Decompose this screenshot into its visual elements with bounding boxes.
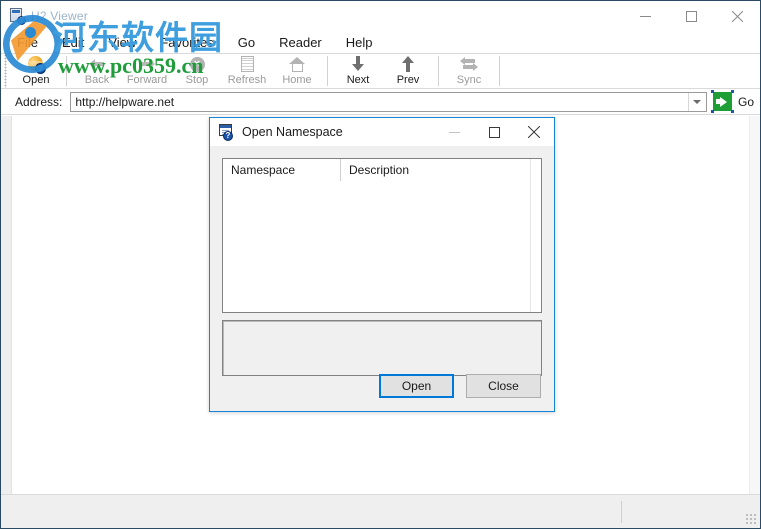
dialog-close-icon[interactable] <box>514 118 554 146</box>
minimize-icon[interactable] <box>622 1 668 31</box>
toolbar-separator <box>66 56 67 86</box>
toolbar-label-sync: Sync <box>456 74 482 86</box>
toolbar-label-next: Next <box>346 74 370 86</box>
menu-item-help[interactable]: Help <box>344 34 375 51</box>
toolbar-label-home: Home <box>282 74 312 86</box>
dialog-titlebar: ? Open Namespace <box>210 118 554 146</box>
maximize-icon[interactable] <box>668 1 714 31</box>
toolbar-label-stop: Stop <box>185 74 209 86</box>
description-textbox[interactable] <box>222 320 542 376</box>
toolbar-button-next[interactable]: Next <box>333 54 383 88</box>
dialog-maximize-icon[interactable] <box>474 118 514 146</box>
dialog-body: Namespace Description Open Close <box>210 146 554 411</box>
toolbar-label-back: Back <box>84 74 110 86</box>
dialog-window-controls <box>434 118 554 146</box>
listview-rows[interactable] <box>223 181 541 312</box>
toolbar-label-prev: Prev <box>396 74 420 86</box>
toolbar-grip[interactable] <box>3 54 9 88</box>
menu-item-file[interactable]: File <box>15 34 40 51</box>
window-controls <box>622 1 760 31</box>
toolbar-button-home[interactable]: Home <box>272 54 322 88</box>
green-arrow-go-icon <box>710 90 734 113</box>
toolbar-button-sync[interactable]: Sync <box>444 54 494 88</box>
menu-item-go[interactable]: Go <box>236 34 257 51</box>
open-namespace-dialog: ? Open Namespace Namespace Description O… <box>209 117 555 412</box>
column-header-namespace[interactable]: Namespace <box>223 159 341 181</box>
toolbar-separator <box>327 56 328 86</box>
listview-scrollbar[interactable] <box>530 159 541 312</box>
main-toolbar: ? Open Back Forward × Stop Refresh Home … <box>1 53 760 89</box>
navigation-pane-strip[interactable] <box>1 116 12 494</box>
go-button[interactable]: Go <box>710 90 754 113</box>
toolbar-button-prev[interactable]: Prev <box>383 54 433 88</box>
toolbar-separator <box>438 56 439 86</box>
menu-item-favorites[interactable]: Favorites <box>158 34 215 51</box>
dialog-button-row: Open Close <box>379 374 541 398</box>
toolbar-label-forward: Forward <box>126 74 168 86</box>
menu-item-reader[interactable]: Reader <box>277 34 324 51</box>
address-toolbar: Address: http://helpware.net Go <box>1 89 760 115</box>
toolbar-button-stop[interactable]: × Stop <box>172 54 222 88</box>
window-title: H2 Viewer <box>31 9 88 23</box>
namespace-help-icon: ? <box>219 124 235 141</box>
window-titlebar: ? H2 Viewer <box>1 1 760 31</box>
column-header-description[interactable]: Description <box>341 159 541 181</box>
toolbar-label-open: Open <box>22 74 50 86</box>
address-combobox[interactable]: http://helpware.net <box>70 91 707 112</box>
toolbar-button-forward[interactable]: Forward <box>122 54 172 88</box>
toolbar-label-refresh: Refresh <box>227 74 267 86</box>
menu-item-edit[interactable]: Edit <box>60 34 86 51</box>
arrow-up-icon <box>401 56 415 72</box>
dialog-minimize-icon[interactable] <box>434 118 474 146</box>
stop-icon: × <box>189 56 205 72</box>
help-viewer-icon: ? <box>9 8 26 25</box>
menu-item-view[interactable]: View <box>106 34 138 51</box>
statusbar <box>1 494 760 528</box>
toolbar-separator <box>499 56 500 86</box>
go-label: Go <box>737 94 754 109</box>
address-label: Address: <box>15 94 63 109</box>
address-input[interactable]: http://helpware.net <box>71 95 688 109</box>
open-globe-help-icon: ? <box>27 55 46 74</box>
refresh-page-icon <box>240 56 254 72</box>
menubar: File Edit View Favorites Go Reader Help <box>1 31 760 53</box>
arrow-left-icon <box>88 57 106 71</box>
home-icon <box>288 56 306 72</box>
dialog-close-button[interactable]: Close <box>466 374 541 398</box>
address-dropdown-button[interactable] <box>687 92 706 111</box>
resize-grip-icon[interactable] <box>745 513 757 525</box>
application-window: ? H2 Viewer File Edit View Favorites Go … <box>0 0 761 529</box>
listview-header: Namespace Description <box>223 159 541 181</box>
namespace-listview[interactable]: Namespace Description <box>222 158 542 313</box>
statusbar-separator <box>621 501 622 523</box>
sync-arrows-icon <box>460 57 478 71</box>
dialog-title: Open Namespace <box>242 125 343 139</box>
toolbar-button-open[interactable]: ? Open <box>11 54 61 88</box>
toolbar-button-refresh[interactable]: Refresh <box>222 54 272 88</box>
close-icon[interactable] <box>714 1 760 31</box>
arrow-right-icon <box>138 57 156 71</box>
document-scrollbar[interactable] <box>749 116 760 494</box>
toolbar-button-back[interactable]: Back <box>72 54 122 88</box>
arrow-down-icon <box>351 56 365 72</box>
dialog-open-button[interactable]: Open <box>379 374 454 398</box>
chevron-down-icon <box>693 99 702 104</box>
